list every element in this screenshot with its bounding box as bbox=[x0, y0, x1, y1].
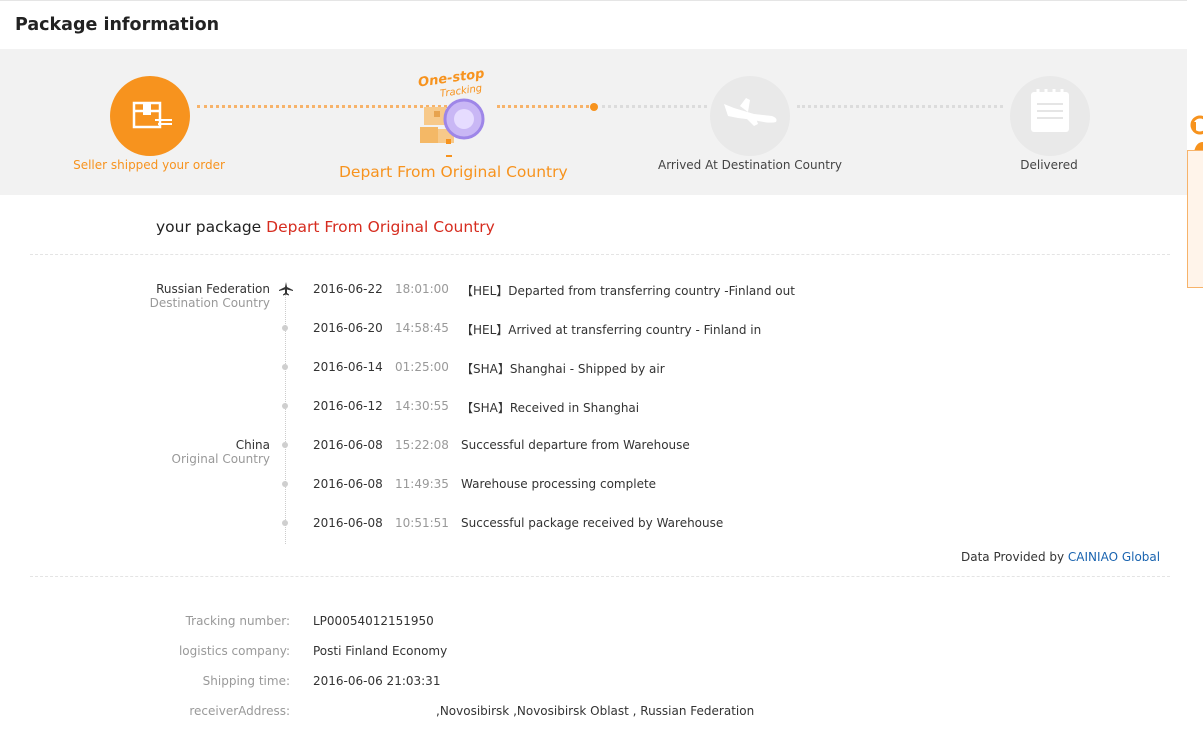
step-shipped-circle bbox=[110, 76, 190, 156]
destination-label: Destination Country bbox=[149, 296, 270, 310]
step-shipped-label: Seller shipped your order bbox=[73, 158, 225, 172]
event-description: 【HEL】Arrived at transferring country - F… bbox=[461, 323, 762, 337]
page-title: Package information bbox=[15, 15, 220, 35]
step-depart-label: Depart From Original Country bbox=[339, 163, 568, 181]
event-time: 10:51:51 bbox=[395, 516, 449, 530]
origin-label: Original Country bbox=[171, 452, 270, 466]
timeline-dot bbox=[282, 403, 288, 409]
progress-steps: Seller shipped your order One-stop Track… bbox=[0, 49, 1187, 195]
origin-location: China Original Country bbox=[172, 438, 270, 466]
step-connector bbox=[197, 105, 447, 110]
destination-location: Russian Federation Destination Country bbox=[150, 282, 270, 310]
package-box-icon bbox=[132, 101, 172, 129]
shipping-time-label: Shipping time: bbox=[202, 674, 290, 688]
receiver-address-label: receiverAddress: bbox=[189, 704, 290, 718]
support-robot-icon[interactable] bbox=[1190, 112, 1203, 152]
event-time: 01:25:00 bbox=[395, 360, 449, 374]
notepad-icon bbox=[1031, 89, 1069, 132]
header-bar: Package information bbox=[0, 0, 1187, 50]
airplane-marker-icon bbox=[279, 282, 293, 296]
event-time: 11:49:35 bbox=[395, 477, 449, 491]
tracking-number-value: LP00054012151950 bbox=[313, 614, 434, 628]
provider-prefix: Data Provided by bbox=[961, 550, 1065, 564]
event-time: 18:01:00 bbox=[395, 282, 449, 296]
airplane-icon bbox=[724, 98, 777, 126]
timeline-dot bbox=[282, 364, 288, 370]
event-date: 2016-06-12 bbox=[313, 399, 383, 413]
receiver-address-value: ,Novosibirsk ,Novosibirsk Oblast , Russi… bbox=[436, 704, 755, 718]
destination-name: Russian Federation bbox=[156, 282, 270, 296]
origin-name: China bbox=[235, 438, 270, 452]
event-time: 14:58:45 bbox=[395, 321, 449, 335]
divider bbox=[30, 576, 1170, 577]
tracking-number-label: Tracking number: bbox=[185, 614, 290, 628]
data-provider: Data Provided by CAINIAO Global bbox=[961, 550, 1160, 564]
event-description: 【SHA】Received in Shanghai bbox=[461, 401, 640, 415]
logistics-company-value: Posti Finland Economy bbox=[313, 644, 448, 658]
event-description: 【SHA】Shanghai - Shipped by air bbox=[461, 362, 665, 376]
current-position-dot bbox=[590, 103, 598, 111]
event-time: 14:30:55 bbox=[395, 399, 449, 413]
step-arrived-label: Arrived At Destination Country bbox=[658, 158, 842, 172]
event-description: Warehouse processing complete bbox=[461, 477, 657, 491]
event-description: Successful departure from Warehouse bbox=[461, 438, 690, 452]
timeline-dot bbox=[282, 442, 288, 448]
logistics-company-label: logistics company: bbox=[178, 644, 290, 658]
shipping-time-value: 2016-06-06 21:03:31 bbox=[313, 674, 441, 688]
step-connector bbox=[602, 105, 707, 110]
event-date: 2016-06-14 bbox=[313, 360, 383, 374]
event-date: 2016-06-20 bbox=[313, 321, 383, 335]
event-date: 2016-06-08 bbox=[313, 477, 383, 491]
summary-status: Depart From Original Country bbox=[266, 218, 495, 236]
one-stop-tracking-icon: One-stop Tracking bbox=[412, 66, 492, 159]
step-connector bbox=[797, 105, 1003, 110]
event-date: 2016-06-08 bbox=[313, 438, 383, 452]
timeline-dot bbox=[282, 325, 288, 331]
event-description: Successful package received by Warehouse bbox=[461, 516, 724, 530]
step-delivered-circle bbox=[1010, 76, 1090, 156]
event-time: 15:22:08 bbox=[395, 438, 449, 452]
step-arrived-circle bbox=[710, 76, 790, 156]
event-date: 2016-06-08 bbox=[313, 516, 383, 530]
event-date: 2016-06-22 bbox=[313, 282, 383, 296]
package-status-summary: your package Depart From Original Countr… bbox=[156, 218, 495, 236]
event-description: 【HEL】Departed from transferring country … bbox=[461, 284, 795, 298]
divider bbox=[30, 254, 1170, 255]
provider-link[interactable]: CAINIAO Global bbox=[1068, 550, 1160, 564]
step-connector bbox=[497, 105, 589, 110]
timeline-dot bbox=[282, 520, 288, 526]
side-feedback-tab[interactable] bbox=[1187, 150, 1203, 288]
timeline-dot bbox=[282, 481, 288, 487]
step-delivered-label: Delivered bbox=[1020, 158, 1078, 172]
summary-prefix: your package bbox=[156, 218, 262, 236]
